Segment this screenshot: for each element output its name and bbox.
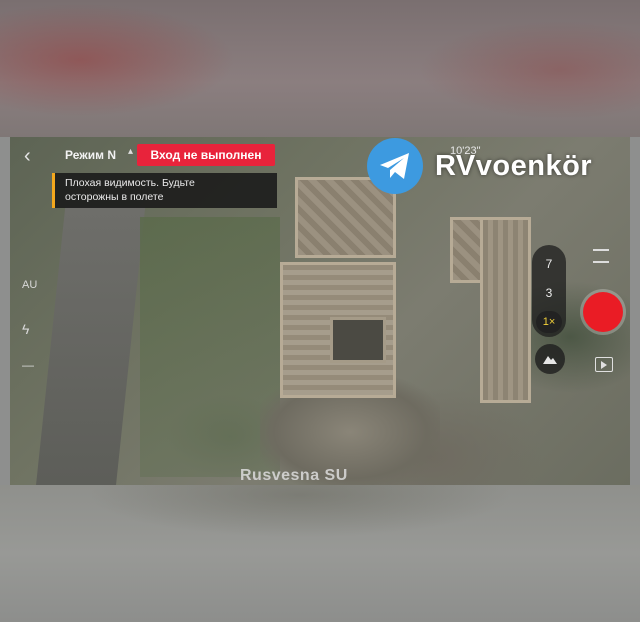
settings-icon[interactable] [593, 249, 609, 263]
warning-line: осторожны в полете [65, 191, 164, 203]
channel-watermark: RVvoenkör [435, 150, 593, 182]
ruined-building-interior [330, 317, 386, 363]
chevron-left-icon[interactable]: ‹ [24, 145, 42, 167]
play-icon [601, 360, 607, 369]
aerial-road [34, 207, 146, 485]
login-status-badge[interactable]: Вход не выполнен [137, 144, 275, 166]
blurred-background-top [0, 0, 640, 137]
auto-mode-icon[interactable]: AU [22, 279, 37, 291]
chevron-up-icon: ▴ [128, 146, 134, 157]
blurred-background-bottom [0, 485, 640, 622]
source-watermark: Rusvesna SU [240, 467, 348, 484]
aerial-field [140, 217, 280, 477]
warning-line: Плохая видимость. Будьте [65, 177, 195, 189]
flight-mode-label[interactable]: Режим N [65, 148, 116, 162]
mountain-icon [543, 356, 557, 364]
zoom-selector[interactable]: 7 3 1× [532, 245, 566, 337]
zoom-option[interactable]: 3 [532, 286, 566, 300]
visibility-warning: Плохая видимость. Будьте осторожны в пол… [52, 173, 277, 208]
paper-plane-icon [380, 153, 409, 179]
zoom-option-selected[interactable]: 1× [536, 311, 562, 333]
lightning-icon[interactable]: ϟ [22, 321, 29, 337]
zoom-option[interactable]: 7 [532, 257, 566, 271]
playback-icon[interactable] [595, 357, 613, 372]
drone-video-frame: ‹ Режим N ▴ Вход не выполнен Плохая види… [10, 137, 630, 485]
ruined-building [480, 217, 531, 403]
camera-mode-button[interactable] [535, 344, 565, 374]
telegram-icon [367, 138, 423, 194]
record-button[interactable] [583, 292, 623, 332]
ruler-icon: — [22, 358, 34, 372]
